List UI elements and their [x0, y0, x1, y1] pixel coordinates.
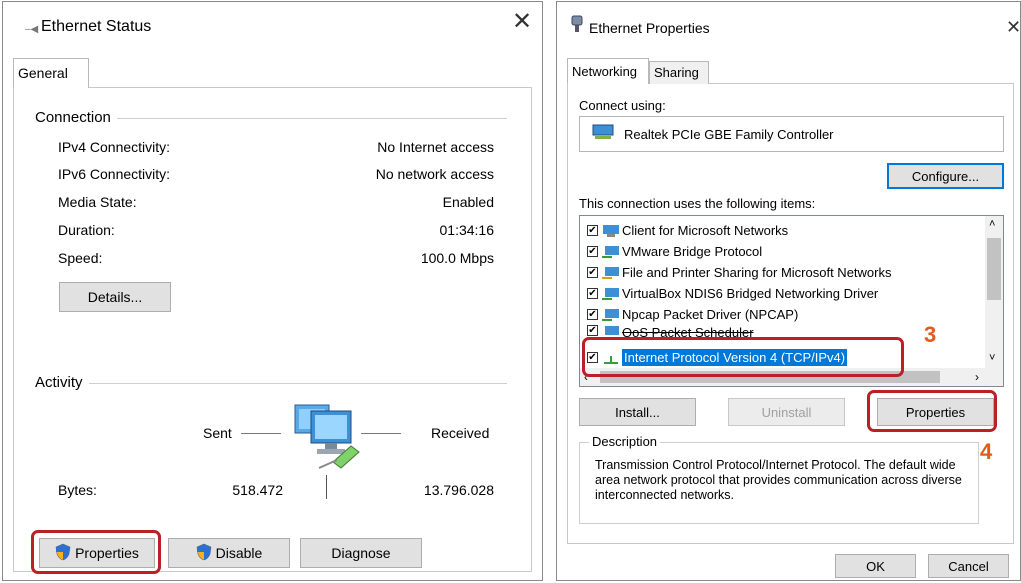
ethernet-title-icon: ‒◀: [25, 24, 39, 35]
details-button[interactable]: Details...: [59, 282, 171, 312]
checkbox[interactable]: ✔: [587, 267, 598, 278]
list-item[interactable]: ✔ VirtualBox NDIS6 Bridged Networking Dr…: [580, 283, 983, 304]
disable-button[interactable]: Disable: [168, 538, 290, 568]
close-icon[interactable]: ✕: [1006, 18, 1021, 36]
tab-sharing[interactable]: Sharing: [649, 61, 709, 84]
props-titlebar: Ethernet Properties ✕: [557, 2, 1021, 46]
ipv6-label: IPv6 Connectivity:: [58, 166, 171, 182]
highlight-status-properties: [31, 530, 161, 574]
tab-networking-label: Networking: [572, 64, 638, 79]
annotation-step-3: 3: [924, 322, 937, 347]
chevron-down-icon[interactable]: ˅: [989, 352, 995, 364]
bytes-label: Bytes:: [58, 482, 97, 498]
tab-general-label: General: [18, 65, 68, 81]
status-window-title: Ethernet Status: [41, 18, 152, 35]
uninstall-button: Uninstall: [728, 398, 845, 426]
item-label: VirtualBox NDIS6 Bridged Networking Driv…: [622, 286, 879, 301]
service-network-icon: [602, 266, 620, 280]
item-label: Client for Microsoft Networks: [622, 223, 789, 238]
diagnose-button[interactable]: Diagnose: [300, 538, 422, 568]
highlight-ipv4-item: [582, 337, 904, 377]
bytes-received-value: 13.796.028: [423, 482, 494, 498]
item-label: File and Printer Sharing for Microsoft N…: [622, 265, 892, 280]
media-state-label: Media State:: [58, 194, 137, 210]
configure-button[interactable]: Configure...: [887, 163, 1004, 189]
annotation-step-4: 4: [980, 439, 993, 464]
media-state-value: Enabled: [442, 194, 494, 210]
connect-using-label: Connect using:: [579, 98, 666, 113]
install-button[interactable]: Install...: [579, 398, 696, 426]
ipv4-label: IPv4 Connectivity:: [58, 139, 171, 155]
scrollbar-thumb[interactable]: [987, 238, 1001, 300]
ethernet-status-window: ‒◀ Ethernet Status ✕ General Connection …: [2, 1, 543, 581]
bytes-separator: [326, 475, 327, 499]
network-computers-icon: [289, 402, 365, 472]
speed-label: Speed:: [58, 250, 103, 266]
checkbox[interactable]: ✔: [587, 288, 598, 299]
ipv4-value: No Internet access: [377, 139, 494, 155]
uninstall-button-label: Uninstall: [761, 404, 812, 420]
tab-networking[interactable]: Networking: [567, 58, 649, 84]
cancel-button-label: Cancel: [948, 558, 989, 574]
received-label: Received: [431, 425, 490, 441]
item-label: VMware Bridge Protocol: [622, 244, 763, 259]
sent-line: [241, 433, 281, 434]
client-network-icon: [602, 224, 620, 238]
sent-label: Sent: [203, 425, 232, 441]
uac-shield-icon: [196, 543, 212, 564]
diagnose-button-label: Diagnose: [331, 545, 391, 561]
checkbox[interactable]: ✔: [587, 325, 598, 336]
adapter-box: Realtek PCIe GBE Family Controller: [579, 116, 1004, 152]
protocol-network-icon: [602, 245, 620, 259]
ok-button[interactable]: OK: [835, 554, 916, 578]
chevron-right-icon[interactable]: ›: [975, 370, 979, 384]
bytes-sent-value: 518.472: [232, 482, 283, 498]
ethernet-properties-window: Ethernet Properties ✕ Networking Sharing…: [556, 1, 1021, 581]
speed-value: 100.0 Mbps: [420, 250, 494, 266]
list-item[interactable]: ✔ VMware Bridge Protocol: [580, 241, 983, 262]
highlight-props-properties: [867, 390, 997, 432]
activity-divider: [37, 383, 507, 384]
ok-button-label: OK: [866, 558, 885, 574]
duration-label: Duration:: [58, 222, 115, 238]
service-network-icon: [602, 325, 620, 337]
connection-group-label: Connection: [35, 109, 117, 126]
description-label: Description: [589, 434, 661, 449]
configure-button-label: Configure...: [911, 168, 980, 184]
list-item[interactable]: ✔ QoS Packet Scheduler: [580, 325, 983, 337]
network-adapter-icon: [592, 124, 614, 145]
protocol-network-icon: [602, 308, 620, 322]
chevron-up-icon[interactable]: ˄: [989, 218, 995, 230]
tab-sharing-label: Sharing: [654, 65, 699, 80]
item-label: Npcap Packet Driver (NPCAP): [622, 307, 799, 322]
received-line: [361, 433, 401, 434]
vertical-scrollbar[interactable]: ˄ ˅: [985, 216, 1003, 368]
protocol-network-icon: [602, 287, 620, 301]
activity-group-label: Activity: [35, 374, 89, 391]
ipv6-value: No network access: [375, 166, 494, 182]
cancel-button[interactable]: Cancel: [928, 554, 1009, 578]
general-panel: [13, 87, 532, 572]
list-item[interactable]: ✔ Npcap Packet Driver (NPCAP): [580, 304, 983, 325]
props-window-title: Ethernet Properties: [589, 20, 710, 36]
description-text: Transmission Control Protocol/Internet P…: [595, 458, 962, 502]
close-icon[interactable]: ✕: [512, 10, 532, 34]
checkbox[interactable]: ✔: [587, 246, 598, 257]
adapter-name: Realtek PCIe GBE Family Controller: [624, 126, 834, 142]
details-button-label: Details...: [87, 289, 143, 305]
items-label: This connection uses the following items…: [579, 196, 816, 211]
disable-button-label: Disable: [215, 545, 263, 561]
status-titlebar: ‒◀ Ethernet Status ✕: [3, 2, 542, 46]
duration-value: 01:34:16: [439, 222, 495, 238]
install-button-label: Install...: [615, 404, 660, 420]
list-item[interactable]: ✔ Client for Microsoft Networks: [580, 220, 983, 241]
item-label: QoS Packet Scheduler: [622, 325, 754, 337]
checkbox[interactable]: ✔: [587, 225, 598, 236]
checkbox[interactable]: ✔: [587, 309, 598, 320]
adapter-title-icon: [571, 15, 583, 38]
list-item[interactable]: ✔ File and Printer Sharing for Microsoft…: [580, 262, 983, 283]
tab-general[interactable]: General: [13, 58, 89, 88]
